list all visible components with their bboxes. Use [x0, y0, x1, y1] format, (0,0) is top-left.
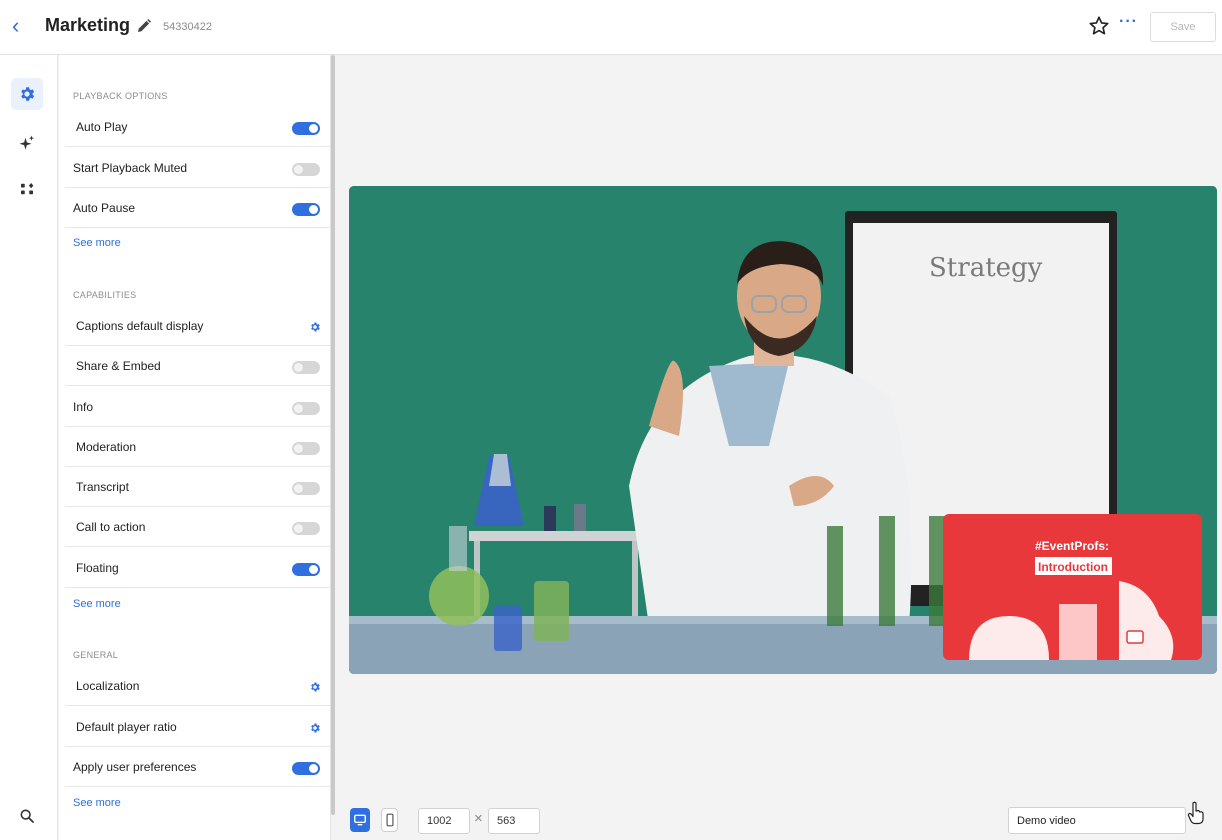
panel-scrollbar[interactable] — [331, 55, 335, 815]
share-embed-toggle[interactable] — [292, 361, 320, 374]
whiteboard-text: Strategy — [929, 253, 1043, 283]
setting-label: Localization — [76, 679, 140, 693]
video-selector[interactable]: Demo video — [1008, 807, 1186, 834]
gear-icon[interactable] — [309, 321, 321, 333]
sparkles-icon — [19, 135, 35, 150]
section-title-playback: PLAYBACK OPTIONS — [73, 91, 168, 101]
setting-call-to-action[interactable]: Call to action — [65, 507, 330, 547]
search-rail-button[interactable] — [11, 800, 43, 832]
setting-captions-display[interactable]: Captions default display — [65, 306, 330, 346]
setting-auto-pause[interactable]: Auto Pause — [65, 188, 330, 228]
page-title: Marketing — [45, 15, 131, 35]
hand-cursor-icon — [1187, 801, 1204, 825]
star-icon[interactable] — [1088, 15, 1110, 37]
setting-label: Floating — [76, 561, 119, 575]
setting-player-ratio[interactable]: Default player ratio — [65, 707, 330, 747]
settings-panel: PLAYBACK OPTIONS Auto Play Start Playbac… — [59, 55, 331, 840]
gear-icon[interactable] — [309, 681, 321, 693]
more-icon[interactable]: ··· — [1119, 13, 1138, 31]
section-title-general: GENERAL — [73, 650, 119, 660]
auto-pause-toggle[interactable] — [292, 203, 320, 216]
apps-rail-button[interactable] — [11, 173, 43, 205]
setting-share-embed[interactable]: Share & Embed — [65, 346, 330, 386]
setting-label: Captions default display — [76, 319, 204, 333]
setting-label: Moderation — [76, 440, 137, 454]
see-more-playback[interactable]: See more — [73, 237, 121, 249]
apps-icon — [21, 183, 34, 195]
start-muted-toggle[interactable] — [292, 163, 320, 176]
floating-overlay-card: #EventProfs: Introduction — [943, 514, 1202, 660]
see-more-capabilities[interactable]: See more — [73, 598, 121, 610]
setting-floating[interactable]: Floating — [65, 548, 330, 588]
setting-label: Apply user preferences — [73, 760, 197, 774]
setting-label: Default player ratio — [76, 720, 177, 734]
setting-localization[interactable]: Localization — [65, 666, 330, 706]
video-id: 54330422 — [163, 21, 212, 33]
see-more-general[interactable]: See more — [73, 797, 121, 809]
setting-moderation[interactable]: Moderation — [65, 427, 330, 467]
setting-info[interactable]: Info — [65, 387, 330, 427]
video-preview[interactable]: Strategy #EventProfs: Introduction — [349, 186, 1217, 674]
icon-rail — [0, 55, 58, 840]
top-header: ‹ Marketing 54330422 ··· Save — [0, 0, 1222, 55]
setting-label: Auto Play — [76, 120, 128, 134]
user-preferences-toggle[interactable] — [292, 762, 320, 775]
ai-rail-button[interactable] — [11, 127, 43, 159]
overlay-title-line2: Introduction — [1038, 560, 1108, 574]
section-title-capabilities: CAPABILITIES — [73, 290, 137, 300]
mobile-view-button[interactable] — [381, 808, 398, 832]
search-icon — [20, 809, 34, 823]
video-frame: Strategy #EventProfs: Introduction — [349, 186, 1217, 674]
save-button[interactable]: Save — [1150, 12, 1216, 42]
desktop-icon — [354, 814, 366, 826]
info-toggle[interactable] — [292, 402, 320, 415]
desktop-view-button[interactable] — [350, 808, 370, 832]
setting-start-muted[interactable]: Start Playback Muted — [65, 148, 330, 188]
moderation-toggle[interactable] — [292, 442, 320, 455]
pencil-icon[interactable] — [136, 18, 152, 34]
floating-toggle[interactable] — [292, 563, 320, 576]
setting-label: Transcript — [76, 480, 129, 494]
height-input[interactable] — [488, 808, 540, 834]
setting-label: Info — [73, 400, 94, 414]
width-input[interactable] — [418, 808, 470, 834]
setting-user-preferences[interactable]: Apply user preferences — [65, 747, 330, 787]
setting-label: Auto Pause — [73, 201, 136, 215]
overlay-title-line1: #EventProfs: — [1035, 539, 1109, 553]
mobile-icon — [386, 813, 393, 827]
setting-label: Start Playback Muted — [73, 161, 188, 175]
back-chevron-icon[interactable]: ‹ — [12, 15, 32, 37]
gear-icon[interactable] — [309, 722, 321, 734]
settings-rail-button[interactable] — [11, 78, 43, 110]
call-to-action-toggle[interactable] — [292, 522, 320, 535]
setting-label: Call to action — [76, 520, 146, 534]
setting-label: Share & Embed — [76, 359, 161, 373]
setting-auto-play[interactable]: Auto Play — [65, 107, 330, 147]
transcript-toggle[interactable] — [292, 482, 320, 495]
times-separator: × — [474, 810, 483, 827]
auto-play-toggle[interactable] — [292, 122, 320, 135]
setting-transcript[interactable]: Transcript — [65, 467, 330, 507]
gear-icon — [21, 87, 35, 101]
